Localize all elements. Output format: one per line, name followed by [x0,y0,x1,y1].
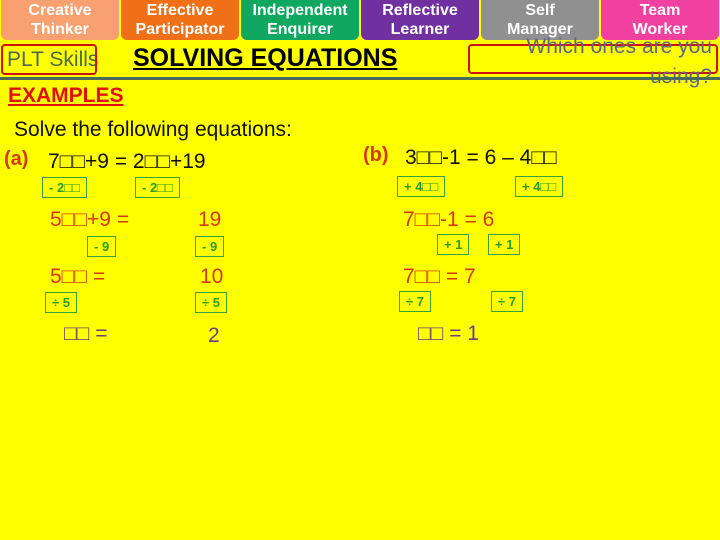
a-line2-left: 5□□+9 = [50,208,130,231]
step-box: + 4□□ [397,176,446,197]
step-box: - 2□□ [42,177,87,198]
b-line2: 7□□-1 = 6 [403,208,495,231]
question-text: Which ones are you using? [526,35,712,88]
equation-b: 3□□-1 = 6 – 4□□ [405,146,557,169]
page-title: SOLVING EQUATIONS [133,44,398,72]
tab-label: Independent [252,2,348,19]
tab-independent-enquirer[interactable]: Independent Enquirer [241,0,359,40]
a-line4-right: 2 [208,324,220,347]
step-box: ÷ 5 [195,292,227,313]
plt-skills-box [1,44,97,75]
tab-label: Thinker [31,21,89,38]
a-line3-right: 10 [200,265,224,288]
instruction: Solve the following equations: [14,118,292,141]
equation-a: 7□□+9 = 2□□+19 [48,150,206,173]
tab-label: Enquirer [267,21,333,38]
step-box: - 2□□ [135,177,180,198]
tab-label: Self [525,2,555,19]
divider [0,77,720,80]
tab-reflective-learner[interactable]: Reflective Learner [361,0,479,40]
step-box: - 9 [87,236,117,257]
step-box: + 4□□ [515,176,564,197]
step-box: ÷ 7 [491,291,523,312]
tab-label: Learner [390,21,450,38]
a-line3-left: 5□□ = [50,265,106,288]
label-b: (b) [363,144,389,166]
step-box: ÷ 5 [45,292,77,313]
step-box: + 1 [488,234,521,255]
tab-creative-thinker[interactable]: Creative Thinker [1,0,119,40]
tab-effective-participator[interactable]: Effective Participator [121,0,239,40]
b-line3: 7□□ = 7 [403,265,476,288]
tab-label: Reflective [382,2,458,19]
tab-label: Participator [135,21,225,38]
step-box: + 1 [437,234,470,255]
tab-label: Effective [146,2,214,19]
tab-label: Creative [28,2,92,19]
examples-heading: EXAMPLES [8,84,124,107]
label-a: (a) [4,148,29,170]
tab-label: Team [639,2,681,19]
step-box: - 9 [195,236,225,257]
a-line4-left: □□ = [64,322,108,345]
b-line4: □□ = 1 [418,322,479,345]
a-line2-right: 19 [198,208,222,231]
step-box: ÷ 7 [399,291,431,312]
